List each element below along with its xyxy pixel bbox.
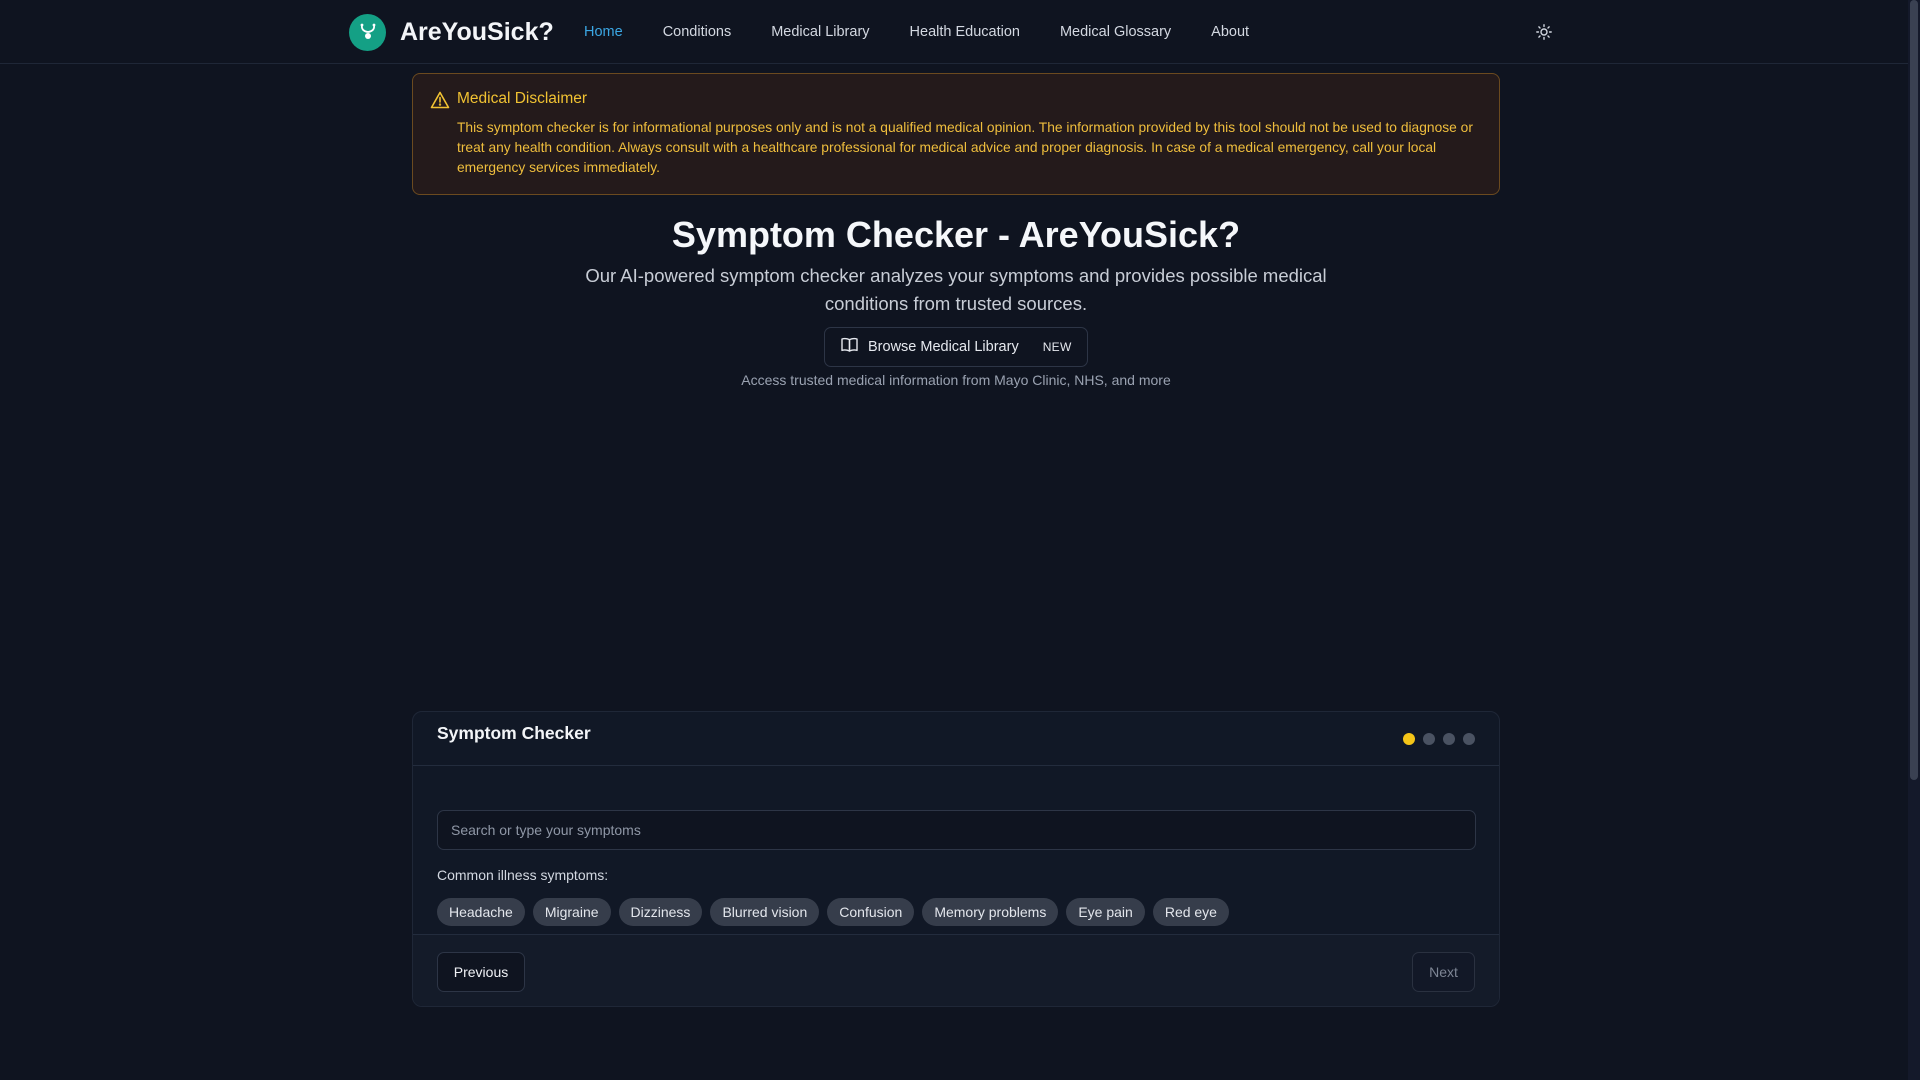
- card-footer: Previous Next: [413, 934, 1499, 1006]
- symptom-chip[interactable]: Migraine: [532, 898, 611, 926]
- nav-conditions[interactable]: Conditions: [663, 24, 732, 40]
- step-dot: [1443, 733, 1455, 745]
- step-dot: [1403, 733, 1415, 745]
- symptom-chip[interactable]: Red eye: [1152, 898, 1229, 926]
- symptom-chip[interactable]: Eye pain: [1066, 898, 1145, 926]
- step-indicator: [1403, 733, 1475, 745]
- main-nav: Home Conditions Medical Library Health E…: [584, 0, 1249, 64]
- scrollbar-thumb[interactable]: [1910, 0, 1918, 780]
- sun-icon[interactable]: [1532, 20, 1556, 44]
- library-note: Access trusted medical information from …: [741, 372, 1171, 388]
- symptom-search-input[interactable]: [437, 810, 1476, 850]
- step-dot: [1423, 733, 1435, 745]
- site-header: AreYouSick? Home Conditions Medical Libr…: [0, 0, 1908, 64]
- disclaimer-text: This symptom checker is for informationa…: [457, 120, 1473, 175]
- nav-medical-library[interactable]: Medical Library: [771, 24, 869, 40]
- brand-name: AreYouSick?: [400, 17, 554, 46]
- card-title: Symptom Checker: [437, 723, 591, 743]
- page-title: Symptom Checker - AreYouSick?: [671, 214, 1241, 255]
- symptom-chip[interactable]: Confusion: [827, 898, 915, 926]
- card-header: Symptom Checker: [413, 712, 1499, 766]
- warning-triangle-icon: [430, 91, 450, 114]
- nav-medical-glossary[interactable]: Medical Glossary: [1060, 24, 1171, 40]
- open-book-icon: [841, 337, 858, 357]
- symptom-chips: Headache Migraine Dizziness Blurred visi…: [437, 898, 1229, 926]
- brand[interactable]: AreYouSick?: [349, 13, 554, 51]
- nav-about[interactable]: About: [1211, 24, 1249, 40]
- symptom-chip[interactable]: Headache: [437, 898, 525, 926]
- nav-home[interactable]: Home: [584, 24, 623, 40]
- page-subtitle: Our AI-powered symptom checker analyzes …: [585, 265, 1327, 314]
- browse-library-label: Browse Medical Library: [868, 339, 1019, 355]
- nav-health-education[interactable]: Health Education: [910, 24, 1020, 40]
- stethoscope-icon: [349, 13, 386, 51]
- previous-button[interactable]: Previous: [437, 952, 525, 992]
- symptom-checker-card: Symptom Checker Common illness symptoms:…: [412, 711, 1500, 1007]
- step-dot: [1463, 733, 1475, 745]
- new-badge: NEW: [1042, 340, 1072, 354]
- disclaimer-title: Medical Disclaimer: [457, 90, 588, 107]
- symptom-chip[interactable]: Memory problems: [922, 898, 1059, 926]
- page-scrollbar[interactable]: [1908, 0, 1920, 1080]
- common-symptoms-label: Common illness symptoms:: [437, 867, 609, 883]
- browse-library-button[interactable]: Browse Medical Library NEW: [824, 327, 1088, 367]
- medical-disclaimer: Medical Disclaimer This symptom checker …: [412, 73, 1500, 195]
- symptom-chip[interactable]: Dizziness: [618, 898, 703, 926]
- next-button[interactable]: Next: [1412, 952, 1475, 992]
- symptom-chip[interactable]: Blurred vision: [710, 898, 820, 926]
